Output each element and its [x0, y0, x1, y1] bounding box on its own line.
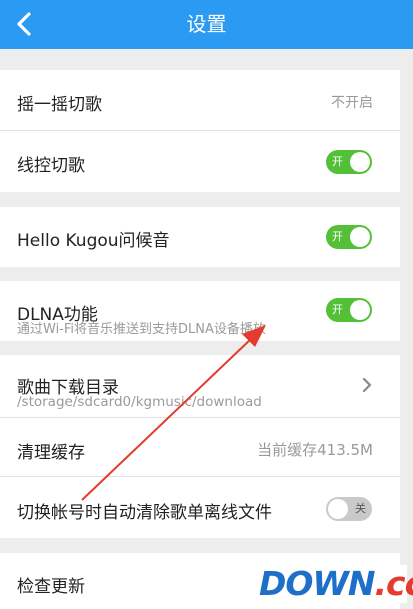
setting-row-shake[interactable]: 摇一摇切歌 不开启: [0, 70, 400, 130]
switch-account-toggle[interactable]: 关: [326, 497, 372, 521]
hello-kugou-toggle[interactable]: 开: [326, 225, 372, 249]
toggle-text: 开: [332, 303, 343, 316]
toggle-text: 开: [332, 230, 343, 243]
watermark-logo: DOWN.cc: [255, 565, 413, 603]
setting-row-dlna: DLNA功能 通过Wi-Fi将音乐推送到支持DLNA设备播放 开: [0, 281, 400, 341]
setting-label: Hello Kugou问候音: [17, 231, 170, 251]
setting-label: 切换帐号时自动清除歌单离线文件: [17, 503, 272, 523]
cache-size: 当前缓存413.5M: [257, 441, 373, 459]
wire-control-toggle[interactable]: 开: [326, 150, 372, 174]
toggle-knob: [328, 499, 348, 519]
header-bar: 设置: [0, 0, 413, 49]
setting-description: 通过Wi-Fi将音乐推送到支持DLNA设备播放: [17, 322, 266, 337]
setting-value: 不开启: [331, 95, 373, 111]
setting-label: 清理缓存: [17, 443, 85, 463]
setting-row-wire-control: 线控切歌 开: [0, 131, 400, 192]
download-path: /storage/sdcard0/kgmusic/download: [17, 394, 262, 410]
setting-row-download-dir[interactable]: 歌曲下载目录 /storage/sdcard0/kgmusic/download: [0, 355, 400, 417]
toggle-text: 关: [355, 502, 366, 515]
dlna-toggle[interactable]: 开: [326, 298, 372, 322]
toggle-text: 开: [332, 155, 343, 168]
toggle-knob: [350, 300, 370, 320]
setting-row-cache[interactable]: 清理缓存 当前缓存413.5M: [0, 418, 400, 476]
toggle-knob: [350, 152, 370, 172]
setting-row-switch-account: 切换帐号时自动清除歌单离线文件 关: [0, 477, 400, 538]
setting-row-hello-kugou: Hello Kugou问候音 开: [0, 207, 400, 267]
toggle-knob: [350, 227, 370, 247]
page-title: 设置: [186, 12, 227, 36]
setting-label: 检查更新: [17, 577, 85, 597]
setting-label: 线控切歌: [17, 156, 85, 176]
setting-label: 摇一摇切歌: [17, 95, 102, 115]
chevron-right-icon: [362, 377, 372, 393]
